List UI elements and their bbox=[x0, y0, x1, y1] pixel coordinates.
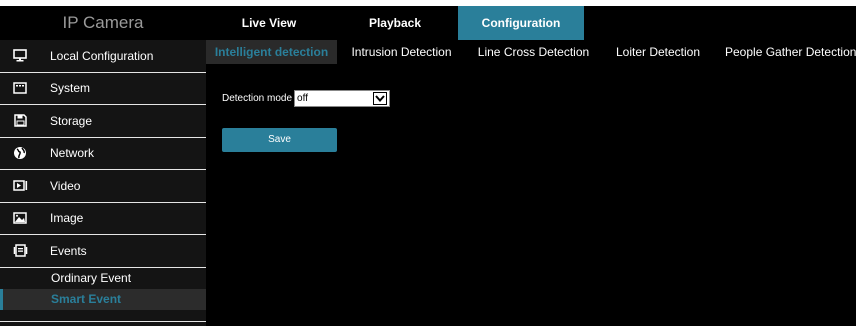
system-icon bbox=[10, 81, 30, 95]
app-frame: IP Camera Live View Playback Configurati… bbox=[0, 6, 856, 326]
sidebar-item-local-configuration[interactable]: Local Configuration bbox=[0, 40, 206, 73]
brand-title: IP Camera bbox=[62, 13, 144, 32]
sidebar: Local Configuration System Storage Netwo… bbox=[0, 40, 206, 326]
network-icon bbox=[10, 146, 30, 160]
storage-icon bbox=[10, 114, 30, 128]
sidebar-item-label: Local Configuration bbox=[50, 48, 154, 63]
save-button[interactable]: Save bbox=[222, 128, 337, 152]
nav-configuration[interactable]: Configuration bbox=[458, 6, 584, 40]
detection-mode-value: off bbox=[297, 93, 308, 104]
sidebar-item-label: System bbox=[50, 81, 91, 96]
tab-intrusion-detection[interactable]: Intrusion Detection bbox=[337, 40, 466, 64]
sidebar-subitem-smart-event[interactable]: Smart Event bbox=[0, 288, 206, 310]
monitor-icon bbox=[10, 49, 30, 63]
sidebar-item-label: Events bbox=[50, 243, 87, 258]
tab-people-gather-detection[interactable]: People Gather Detection bbox=[715, 40, 856, 64]
sidebar-item-video[interactable]: Video bbox=[0, 170, 206, 203]
main-content: Detection mode off Save bbox=[206, 64, 856, 326]
events-icon bbox=[10, 244, 30, 258]
top-bar: IP Camera Live View Playback Configurati… bbox=[0, 6, 856, 40]
sidebar-item-label: Storage bbox=[50, 113, 93, 128]
detection-mode-select[interactable]: off bbox=[294, 90, 391, 107]
nav-live-view[interactable]: Live View bbox=[206, 6, 332, 40]
detection-tabs: Intelligent detection Intrusion Detectio… bbox=[206, 40, 856, 64]
sidebar-item-events[interactable]: Events bbox=[0, 235, 206, 268]
video-icon bbox=[10, 179, 30, 193]
image-icon bbox=[10, 211, 30, 225]
detection-mode-row: Detection mode off bbox=[222, 90, 391, 107]
detection-mode-label: Detection mode bbox=[222, 93, 293, 104]
chevron-down-icon bbox=[373, 92, 388, 105]
sidebar-item-storage[interactable]: Storage bbox=[0, 105, 206, 138]
nav-playback[interactable]: Playback bbox=[332, 6, 458, 40]
tab-loiter-detection[interactable]: Loiter Detection bbox=[601, 40, 715, 64]
sidebar-item-label: Network bbox=[50, 146, 95, 161]
tab-intelligent-detection[interactable]: Intelligent detection bbox=[206, 40, 337, 64]
sidebar-item-label: Image bbox=[50, 211, 84, 226]
sidebar-item-image[interactable]: Image bbox=[0, 203, 206, 235]
sidebar-subitem-ordinary-event[interactable]: Ordinary Event bbox=[0, 268, 206, 289]
sidebar-item-network[interactable]: Network bbox=[0, 138, 206, 170]
sidebar-divider bbox=[0, 321, 206, 322]
sidebar-item-label: Video bbox=[50, 178, 81, 193]
top-nav: Live View Playback Configuration bbox=[206, 6, 584, 40]
tab-line-cross-detection[interactable]: Line Cross Detection bbox=[466, 40, 601, 64]
sidebar-item-system[interactable]: System bbox=[0, 73, 206, 105]
